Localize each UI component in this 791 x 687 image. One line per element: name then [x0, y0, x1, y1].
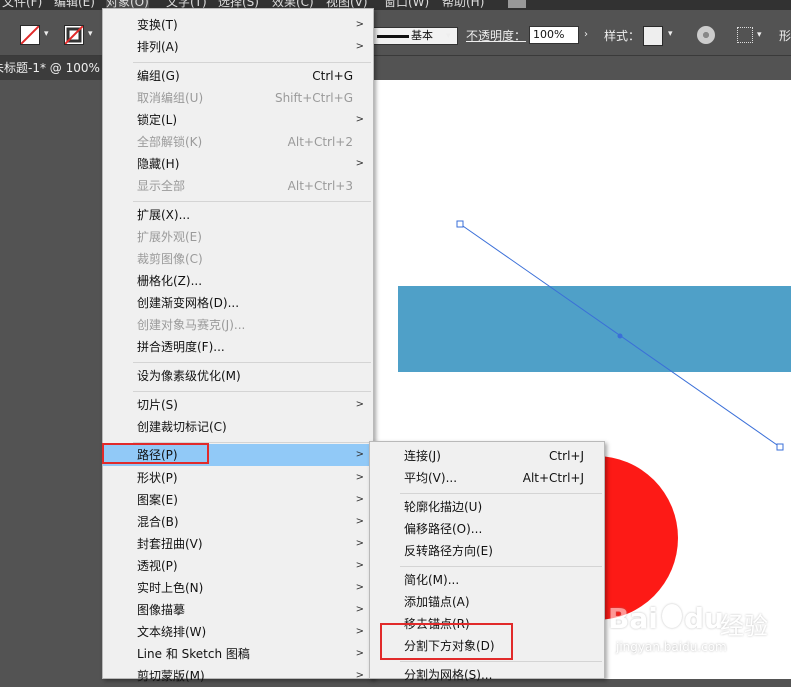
watermark-url: jingyan.baidu.com: [616, 640, 727, 654]
paw-icon: [662, 604, 682, 628]
menu-item-text-wrap[interactable]: 文本绕排(W) >: [103, 621, 373, 643]
submenu-item-average[interactable]: 平均(V)... Alt+Ctrl+J: [370, 467, 604, 489]
menu-separator: [400, 493, 602, 494]
menu-separator: [133, 391, 371, 392]
menu-item-live-paint[interactable]: 实时上色(N) >: [103, 577, 373, 599]
baidu-jingyan-watermark: Bai du 经验 jingyan.baidu.com: [608, 596, 788, 676]
submenu-arrow-icon: >: [355, 582, 364, 593]
menu-item-arrange[interactable]: 排列(A) >: [103, 36, 373, 58]
menu-item-expand[interactable]: 扩展(X)...: [103, 204, 373, 226]
menu-item-pattern[interactable]: 图案(E) >: [103, 489, 373, 511]
submenu-item-simplify[interactable]: 简化(M)...: [370, 569, 604, 591]
menu-item-trim-marks[interactable]: 创建裁切标记(C): [103, 416, 373, 438]
submenu-arrow-icon: >: [355, 670, 364, 681]
submenu-arrow-icon: >: [355, 449, 364, 460]
submenu-arrow-icon: >: [355, 516, 364, 527]
menu-separator: [133, 362, 371, 363]
submenu-arrow-icon: >: [355, 19, 364, 30]
menu-item-flatten-transparency[interactable]: 拼合透明度(F)...: [103, 336, 373, 358]
submenu-arrow-icon: >: [355, 494, 364, 505]
submenu-arrow-icon: >: [355, 399, 364, 410]
submenu-arrow-icon: >: [355, 472, 364, 483]
menu-item-ungroup[interactable]: 取消编组(U) Shift+Ctrl+G: [103, 87, 373, 109]
annotation-box-path: [102, 443, 209, 464]
watermark-product: 经验: [720, 612, 768, 640]
menu-item-object-mosaic[interactable]: 创建对象马赛克(J)...: [103, 314, 373, 336]
submenu-item-offset-path[interactable]: 偏移路径(O)...: [370, 518, 604, 540]
menu-item-expand-appearance[interactable]: 扩展外观(E): [103, 226, 373, 248]
blue-rectangle[interactable]: [398, 286, 791, 372]
submenu-arrow-icon: >: [355, 604, 364, 615]
submenu-arrow-icon: >: [355, 648, 364, 659]
submenu-item-outline-stroke[interactable]: 轮廓化描边(U): [370, 496, 604, 518]
menu-item-transform[interactable]: 变换(T) >: [103, 14, 373, 36]
menu-item-group[interactable]: 编组(G) Ctrl+G: [103, 65, 373, 87]
submenu-item-reverse-direction[interactable]: 反转路径方向(E): [370, 540, 604, 562]
menu-item-lock[interactable]: 锁定(L) >: [103, 109, 373, 131]
submenu-arrow-icon: >: [355, 626, 364, 637]
submenu-arrow-icon: >: [355, 41, 364, 52]
submenu-item-split-into-grid[interactable]: 分割为网格(S)...: [370, 664, 604, 686]
menu-item-slice[interactable]: 切片(S) >: [103, 394, 373, 416]
watermark-logo-text-2: du: [684, 602, 724, 635]
submenu-arrow-icon: >: [355, 158, 364, 169]
menu-item-show-all[interactable]: 显示全部 Alt+Ctrl+3: [103, 175, 373, 197]
menu-item-shape[interactable]: 形状(P) >: [103, 467, 373, 489]
path-center-point: [617, 333, 623, 339]
menu-item-pixel-perfect[interactable]: 设为像素级优化(M): [103, 365, 373, 387]
anchor-point-start[interactable]: [456, 220, 464, 228]
submenu-item-add-anchors[interactable]: 添加锚点(A): [370, 591, 604, 613]
menu-item-image-trace[interactable]: 图像描摹 >: [103, 599, 373, 621]
submenu-item-join[interactable]: 连接(J) Ctrl+J: [370, 445, 604, 467]
menu-item-hide[interactable]: 隐藏(H) >: [103, 153, 373, 175]
menu-item-rasterize[interactable]: 栅格化(Z)...: [103, 270, 373, 292]
submenu-arrow-icon: >: [355, 560, 364, 571]
menu-item-unlock-all[interactable]: 全部解锁(K) Alt+Ctrl+2: [103, 131, 373, 153]
menu-item-perspective[interactable]: 透视(P) >: [103, 555, 373, 577]
menu-separator: [133, 62, 371, 63]
menu-item-clipping-mask[interactable]: 剪切蒙版(M) >: [103, 665, 373, 687]
menu-separator: [133, 201, 371, 202]
menu-item-crop-image[interactable]: 裁剪图像(C): [103, 248, 373, 270]
menu-item-line-sketch[interactable]: Line 和 Sketch 图稿 >: [103, 643, 373, 665]
menu-separator: [400, 661, 602, 662]
menu-item-gradient-mesh[interactable]: 创建渐变网格(D)...: [103, 292, 373, 314]
submenu-arrow-icon: >: [355, 114, 364, 125]
menu-separator: [400, 566, 602, 567]
submenu-arrow-icon: >: [355, 538, 364, 549]
menu-item-envelope-distort[interactable]: 封套扭曲(V) >: [103, 533, 373, 555]
menu-item-blend[interactable]: 混合(B) >: [103, 511, 373, 533]
annotation-box-divide-objects: [380, 623, 513, 660]
anchor-point-end[interactable]: [776, 443, 784, 451]
watermark-logo-text: Bai: [608, 602, 658, 635]
object-menu: 变换(T) > 排列(A) > 编组(G) Ctrl+G 取消编组(U) Shift+C…: [102, 8, 374, 683]
